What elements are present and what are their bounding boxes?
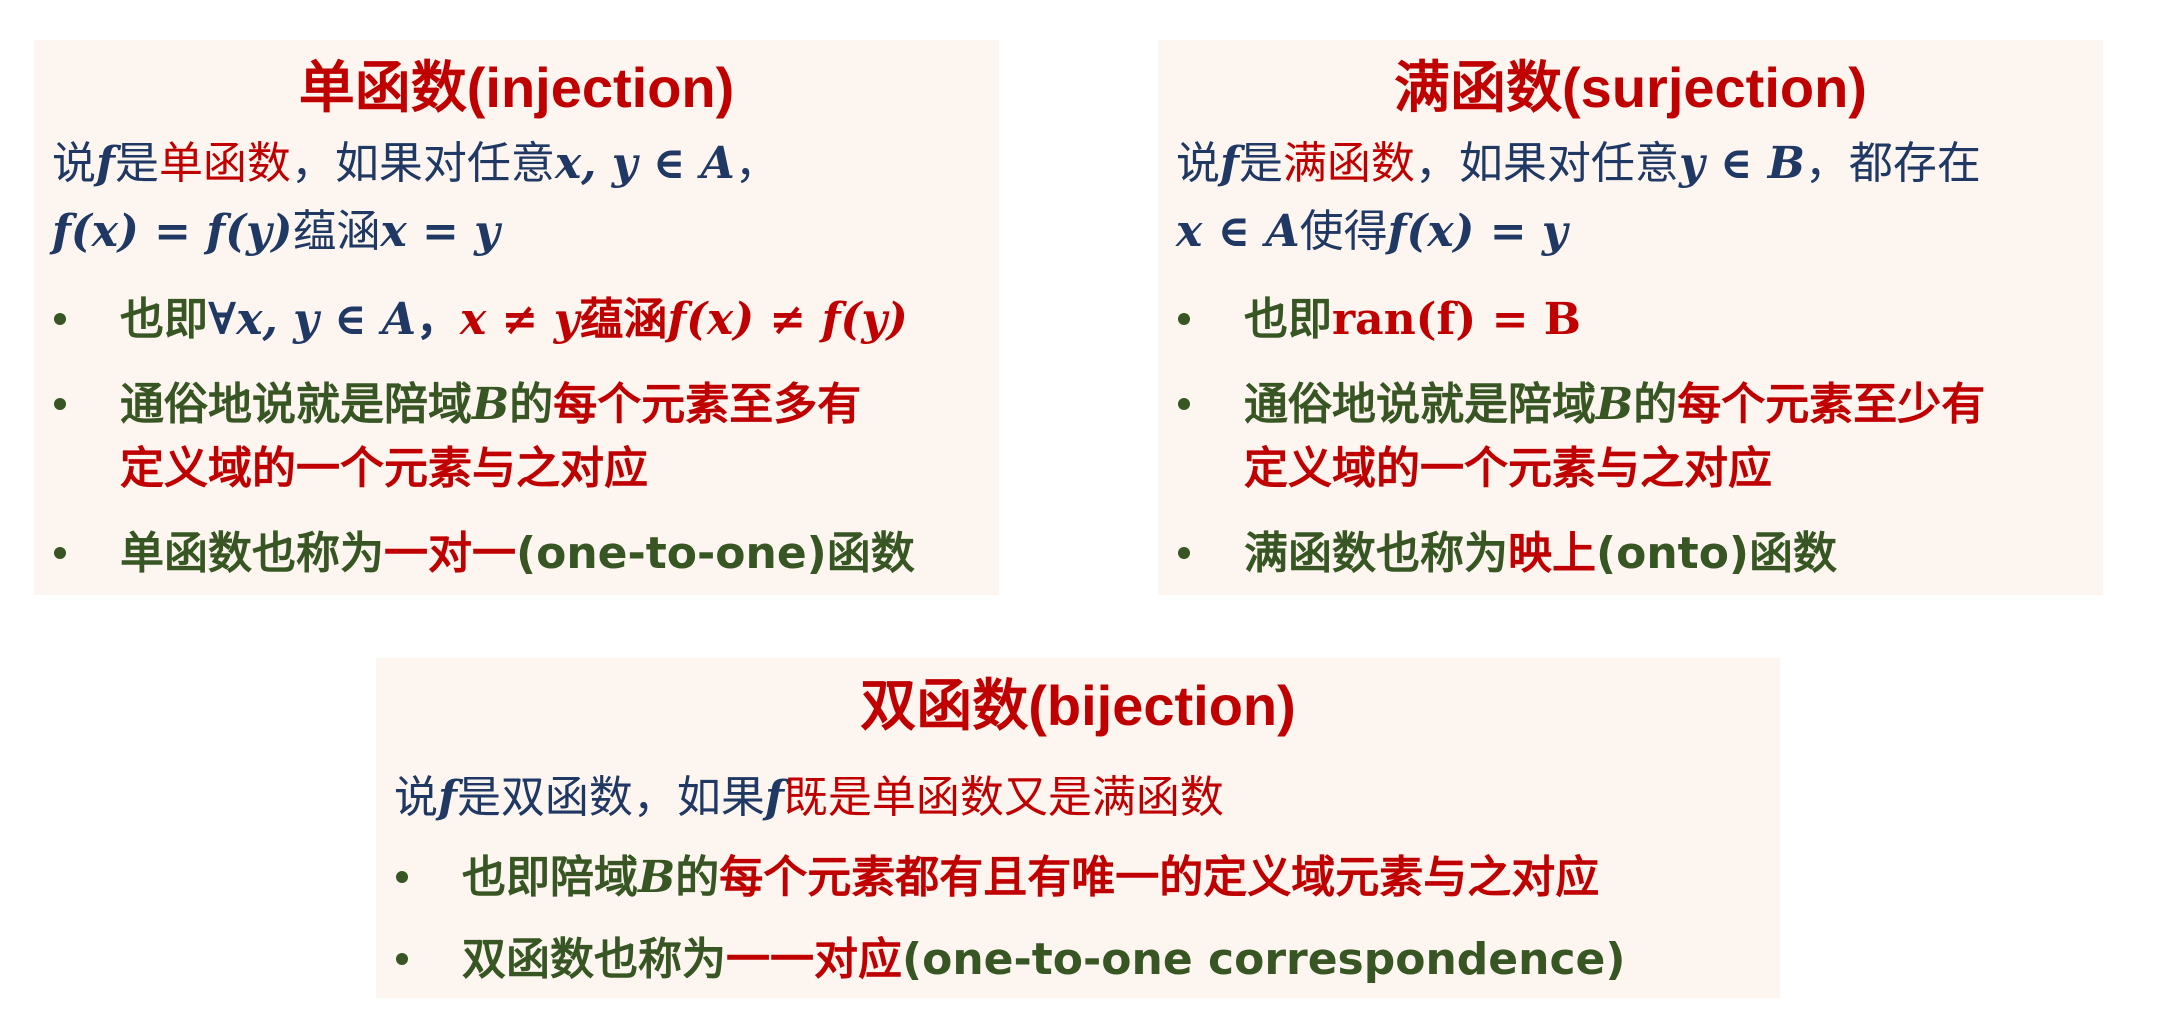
bullet-dot xyxy=(396,953,408,965)
injection-definition-line-1: 说f是单函数，如果对任意x, y ∈ A， xyxy=(52,138,779,189)
injection-title: 单函数(injection) xyxy=(298,56,735,119)
surjection-box: 满函数(surjection) 说f是满函数，如果对任意y ∈ B，都存在 x … xyxy=(1158,40,2103,595)
injection-bullet-2-line-1: 通俗地说就是陪域B的每个元素至多有 xyxy=(120,379,862,430)
surjection-bullet-3: 满函数也称为映上(onto)函数 xyxy=(1244,528,1838,579)
bijection-bullet-2: 双函数也称为一一对应(one-to-one correspondence) xyxy=(462,934,1626,985)
surjection-bullet-2-line-2: 定义域的一个元素与之对应 xyxy=(1244,443,1772,494)
bullet-dot xyxy=(54,547,66,559)
injection-bullet-1: 也即∀x, y ∈ A，x ≠ y蕴涵f(x) ≠ f(y) xyxy=(120,294,908,345)
bullet-dot xyxy=(1178,547,1190,559)
bijection-title: 双函数(bijection) xyxy=(860,674,1296,737)
surjection-bullet-2-line-1: 通俗地说就是陪域B的每个元素至少有 xyxy=(1244,379,1986,430)
bullet-dot xyxy=(54,313,66,325)
bullet-dot xyxy=(1178,313,1190,325)
surjection-bullet-1: 也即ran(f) = B xyxy=(1244,294,1581,345)
bullet-dot xyxy=(1178,398,1190,410)
surjection-definition-line-1: 说f是满函数，如果对任意y ∈ B，都存在 xyxy=(1176,138,1981,189)
bullet-dot xyxy=(396,871,408,883)
injection-bullet-3: 单函数也称为一对一(one-to-one)函数 xyxy=(120,528,915,579)
surjection-title: 满函数(surjection) xyxy=(1394,56,1867,119)
injection-bullet-2-line-2: 定义域的一个元素与之对应 xyxy=(120,443,648,494)
surjection-definition-line-2: x ∈ A使得f(x) = y xyxy=(1176,206,1568,257)
bijection-definition: 说f是双函数，如果f既是单函数又是满函数 xyxy=(394,772,1224,823)
injection-box: 单函数(injection) 说f是单函数，如果对任意x, y ∈ A， f(x… xyxy=(34,40,999,595)
bijection-box: 双函数(bijection) 说f是双函数，如果f既是单函数又是满函数 也即陪域… xyxy=(376,658,1780,998)
bijection-bullet-1: 也即陪域B的每个元素都有且有唯一的定义域元素与之对应 xyxy=(462,852,1600,903)
bullet-dot xyxy=(54,398,66,410)
injection-definition-line-2: f(x) = f(y)蕴涵x = y xyxy=(52,206,500,257)
